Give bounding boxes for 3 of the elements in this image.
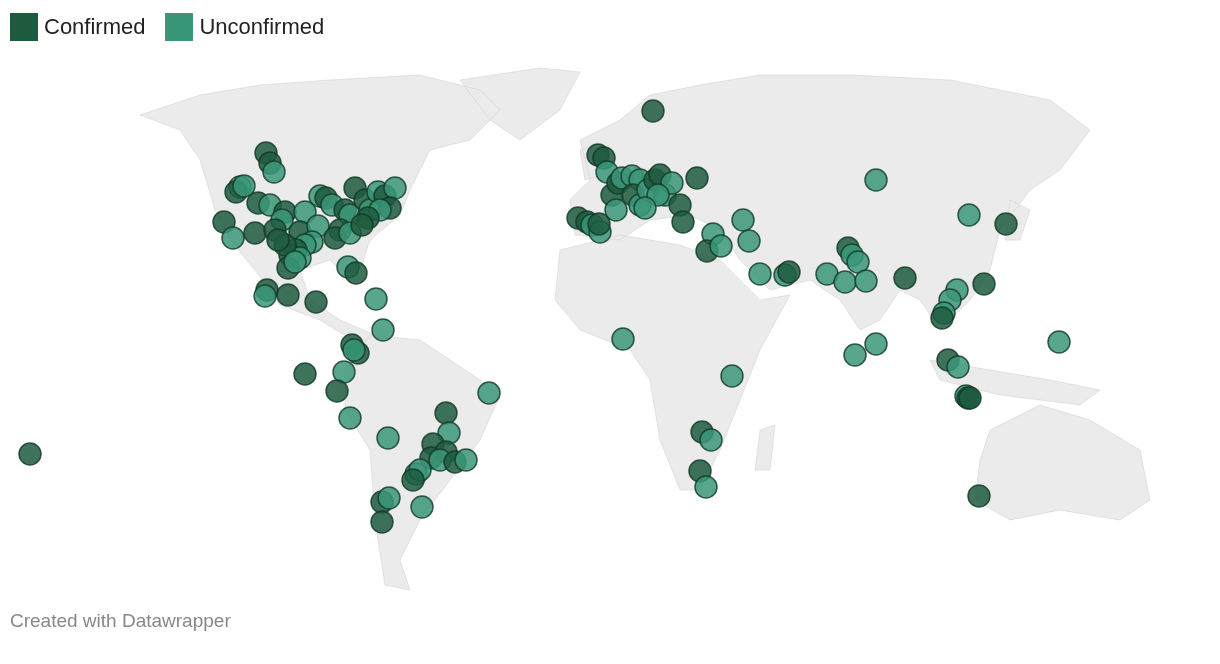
legend-label: Confirmed — [44, 14, 146, 40]
legend-label: Unconfirmed — [199, 14, 325, 40]
credit-text: Created with Datawrapper — [9, 609, 232, 632]
